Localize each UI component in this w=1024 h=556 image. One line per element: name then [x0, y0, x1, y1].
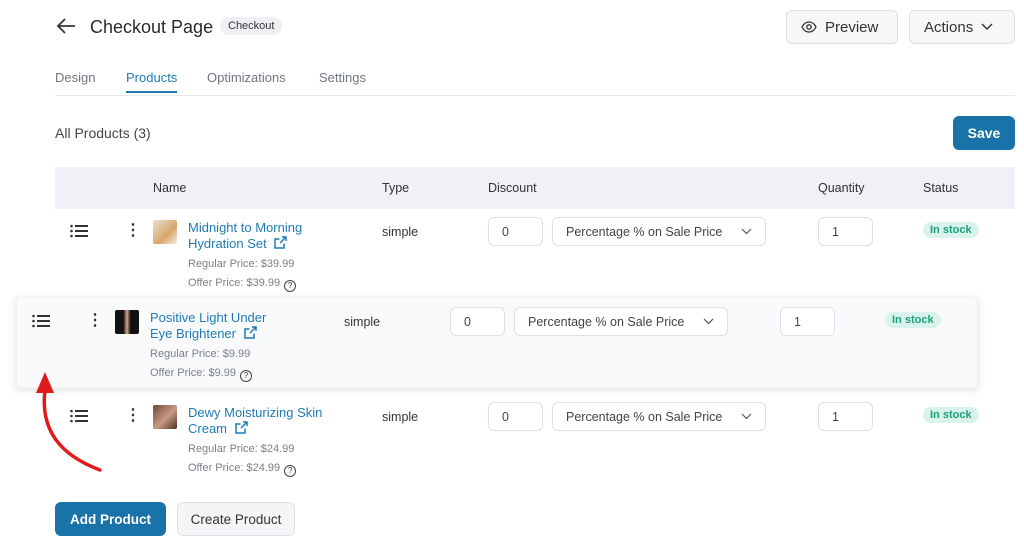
add-product-button[interactable]: Add Product [55, 502, 166, 536]
create-product-button[interactable]: Create Product [177, 502, 295, 536]
annotation-arrow [36, 372, 102, 472]
